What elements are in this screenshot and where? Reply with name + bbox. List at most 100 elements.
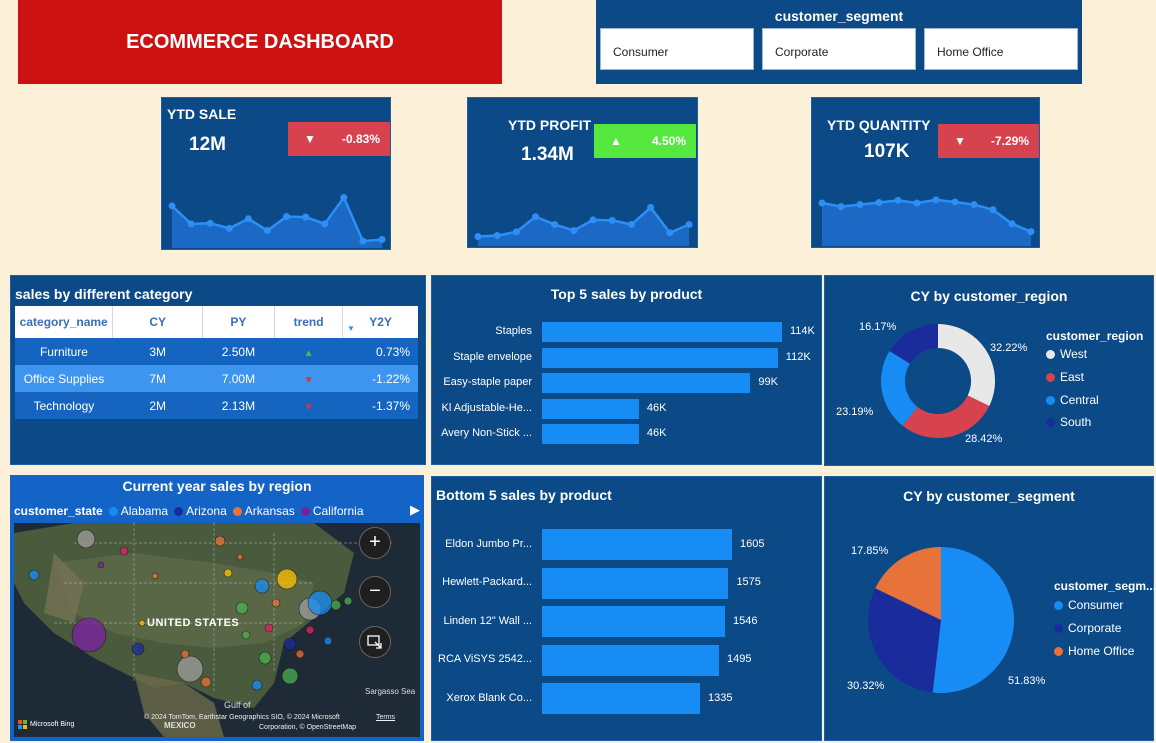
legend-item-arizona[interactable]: Arizona xyxy=(174,504,227,518)
bar[interactable] xyxy=(542,398,639,419)
legend-item-arkansas[interactable]: Arkansas xyxy=(232,504,295,518)
bar[interactable] xyxy=(542,373,751,393)
map-bubble[interactable] xyxy=(254,578,270,594)
bar[interactable] xyxy=(542,322,782,342)
legend-dot-icon xyxy=(108,506,118,516)
map-bubble[interactable] xyxy=(28,569,40,581)
map-bubble[interactable] xyxy=(71,617,107,653)
map-bubble[interactable] xyxy=(236,553,244,561)
legend-label: Corporate xyxy=(1068,621,1122,635)
legend-item-west[interactable]: West xyxy=(1046,347,1087,361)
legend-dot-icon xyxy=(1054,623,1063,633)
sparkline-point xyxy=(970,201,978,209)
table-row[interactable]: Furniture 3M 2.50M ▲ 0.73% xyxy=(15,338,418,365)
map-bubble[interactable] xyxy=(214,535,226,547)
map-bubble[interactable] xyxy=(307,590,333,616)
map-bubble[interactable] xyxy=(276,568,298,590)
map-bubble[interactable] xyxy=(151,572,159,580)
map-bubble[interactable] xyxy=(305,625,315,635)
pie-slice-consumer[interactable] xyxy=(932,547,1014,693)
zoom-out-button[interactable]: − xyxy=(359,576,391,608)
legend-label: Consumer xyxy=(1068,598,1124,612)
bar[interactable] xyxy=(542,567,729,599)
map-bubble[interactable] xyxy=(97,561,105,569)
legend-item-central[interactable]: Central xyxy=(1046,393,1099,407)
bar[interactable] xyxy=(542,347,778,368)
column-header[interactable]: category_name xyxy=(15,306,114,338)
sparkline-point xyxy=(512,228,520,236)
column-header[interactable]: PY xyxy=(202,306,275,338)
map-bubble[interactable] xyxy=(223,568,233,578)
column-header[interactable]: trend xyxy=(274,306,344,338)
pie-slice-east[interactable] xyxy=(902,395,990,438)
slicer-option-corporate[interactable]: Corporate xyxy=(762,28,916,70)
sparkline-point xyxy=(263,227,271,235)
map-bubble[interactable] xyxy=(251,679,263,691)
map-bubble[interactable] xyxy=(343,596,353,606)
terms-link[interactable]: Terms xyxy=(376,714,395,721)
bar[interactable] xyxy=(542,683,701,714)
bar-label: Hewlett-Packard... xyxy=(442,576,532,588)
legend-item-south[interactable]: South xyxy=(1046,415,1091,429)
kpi-change-badge: ▼ -0.83% xyxy=(288,122,390,156)
map-bubble[interactable] xyxy=(76,529,96,549)
donut-svg xyxy=(881,324,995,438)
slicer-option-consumer[interactable]: Consumer xyxy=(600,28,754,70)
gulf-label: Gulf of xyxy=(224,700,251,710)
map-canvas[interactable]: UNITED STATES Sargasso Sea Gulf of MEXIC… xyxy=(14,523,420,737)
trend-up-icon: ▲ xyxy=(303,347,314,359)
column-header-label: Y2Y xyxy=(369,315,392,329)
bar[interactable] xyxy=(542,606,725,637)
map-bubble[interactable] xyxy=(295,649,305,659)
bar[interactable] xyxy=(542,424,639,444)
select-area-button[interactable] xyxy=(359,626,391,658)
legend-item-california[interactable]: California xyxy=(300,504,364,518)
map-bubble[interactable] xyxy=(180,649,190,659)
map-bubble[interactable] xyxy=(176,655,204,683)
legend-label: Alabama xyxy=(120,504,169,518)
bar-value-label: 1575 xyxy=(736,576,761,588)
legend-next-icon[interactable]: ▶ xyxy=(410,502,420,518)
legend-label: Arizona xyxy=(186,504,227,518)
map-bubble[interactable] xyxy=(264,623,274,633)
column-header[interactable]: CY xyxy=(112,306,203,338)
map-bubble[interactable] xyxy=(281,667,299,685)
sort-desc-icon[interactable]: ▼ xyxy=(347,324,355,333)
trend-cell: ▲ xyxy=(274,338,342,365)
map-bubble[interactable] xyxy=(323,636,333,646)
sparkline-point xyxy=(647,204,655,211)
map-bubble[interactable] xyxy=(241,630,251,640)
map-bubble[interactable] xyxy=(271,598,281,608)
zoom-in-button[interactable]: + xyxy=(359,527,391,559)
column-header[interactable]: Y2Y xyxy=(342,306,418,338)
bar[interactable] xyxy=(542,529,732,560)
map-bubbles xyxy=(28,529,353,691)
map-bubble[interactable] xyxy=(200,676,212,688)
table-cell: Furniture xyxy=(39,344,88,359)
map-bubble[interactable] xyxy=(131,642,145,656)
table-cell: 2.13M xyxy=(221,398,256,413)
legend-item-consumer[interactable]: Consumer xyxy=(1054,598,1123,612)
slicer-option-home-office[interactable]: Home Office xyxy=(924,28,1078,70)
bar-label: Staples xyxy=(495,325,532,337)
legend-item-corporate[interactable]: Corporate xyxy=(1054,621,1121,635)
legend-item-home-office[interactable]: Home Office xyxy=(1054,644,1134,658)
legend-item-alabama[interactable]: Alabama xyxy=(108,504,169,518)
sparkline-area xyxy=(822,199,1031,246)
bar-value-label: 1546 xyxy=(733,614,758,627)
table-row[interactable]: Office Supplies 7M 7.00M ▼ -1.22% xyxy=(15,365,418,392)
pie-slice-west[interactable] xyxy=(938,324,995,406)
map-bubble[interactable] xyxy=(330,599,342,611)
trend-cell: ▼ xyxy=(274,392,342,419)
map-bubble[interactable] xyxy=(258,651,272,665)
kpi-value: 1.34M xyxy=(521,144,574,165)
bar[interactable] xyxy=(542,644,719,676)
map-bubble[interactable] xyxy=(235,601,249,615)
table-row[interactable]: Technology 2M 2.13M ▼ -1.37% xyxy=(15,392,418,419)
map-bubble[interactable] xyxy=(138,619,146,627)
map-bubble[interactable] xyxy=(119,546,129,556)
sparkline-point xyxy=(666,229,674,237)
legend-item-east[interactable]: East xyxy=(1046,370,1084,384)
panel-title: Bottom 5 sales by product xyxy=(436,487,612,503)
map-bubble[interactable] xyxy=(283,637,297,651)
